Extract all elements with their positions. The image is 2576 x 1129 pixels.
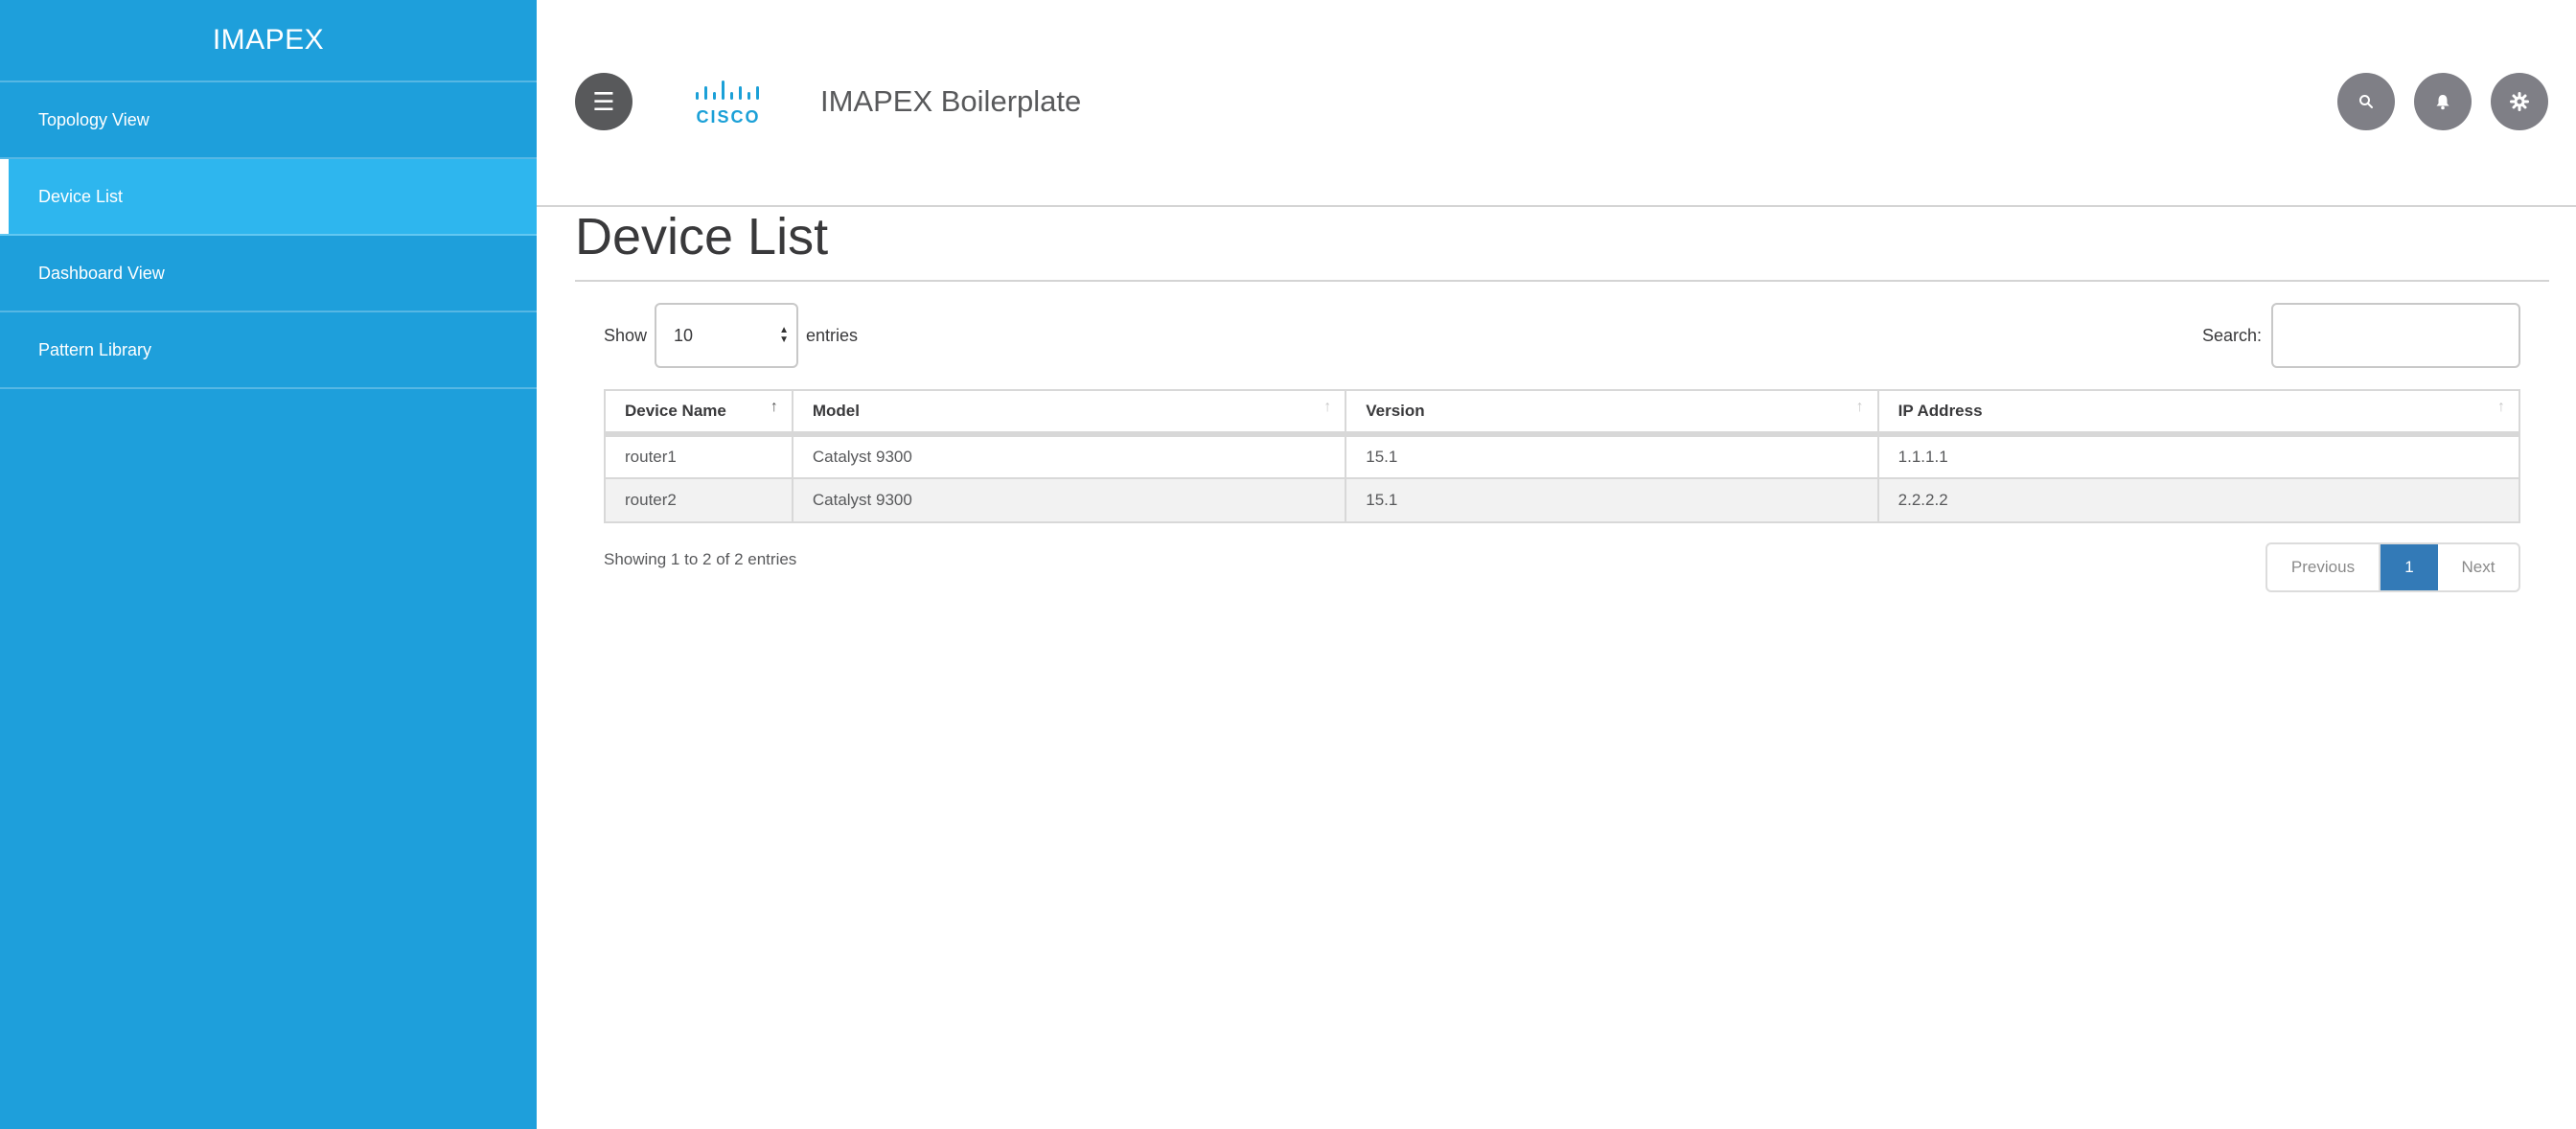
cell-device-name: router2 — [604, 477, 794, 523]
search-icon — [2359, 95, 2373, 108]
menu-button[interactable]: ☰ — [575, 73, 632, 130]
sort-asc-icon: ↑ — [770, 399, 778, 415]
previous-page-button[interactable]: Previous — [2267, 544, 2380, 590]
main-content: Device List Show 10 ▲ ▼ entries Search: D… — [575, 207, 2549, 592]
cell-device-name: router1 — [604, 433, 794, 479]
sidebar-item-device-list[interactable]: Device List — [0, 159, 537, 236]
cell-ip-address: 1.1.1.1 — [1876, 433, 2521, 479]
table-controls: Show 10 ▲ ▼ entries Search: — [575, 282, 2549, 389]
header: ☰ CISCO IMAPEX Boilerplate — [537, 0, 2576, 207]
entries-select-value: 10 — [674, 325, 694, 345]
search-input[interactable] — [2271, 303, 2520, 368]
logo-text: CISCO — [696, 107, 760, 127]
sidebar-item-label: Topology View — [38, 109, 150, 129]
table-info: Showing 1 to 2 of 2 entries — [604, 550, 797, 568]
sidebar-item-topology-view[interactable]: Topology View — [0, 82, 537, 159]
sidebar-item-label: Pattern Library — [38, 339, 152, 359]
cell-version: 15.1 — [1345, 433, 1879, 479]
sidebar: IMAPEX Topology View Device List Dashboa… — [0, 0, 537, 1129]
cell-model: Catalyst 9300 — [791, 433, 1347, 479]
settings-button[interactable] — [2491, 73, 2548, 130]
search-button[interactable] — [2337, 73, 2395, 130]
table-search: Search: — [2202, 303, 2520, 368]
entries-length: Show 10 ▲ ▼ entries — [604, 303, 858, 368]
sidebar-brand: IMAPEX — [0, 0, 537, 82]
column-header-device-name[interactable]: Device Name ↑ — [604, 389, 794, 437]
sidebar-item-dashboard-view[interactable]: Dashboard View — [0, 236, 537, 312]
sort-icon: ↑ — [2497, 399, 2505, 415]
length-suffix: entries — [806, 325, 859, 345]
table-row[interactable]: router1 Catalyst 9300 15.1 1.1.1.1 — [604, 433, 2521, 479]
hamburger-icon: ☰ — [592, 86, 615, 116]
cell-version: 15.1 — [1345, 477, 1879, 523]
sidebar-item-label: Device List — [38, 186, 124, 206]
device-table: Device Name ↑ Model ↑ Version ↑ IP Addre… — [604, 389, 2521, 523]
table-header-row: Device Name ↑ Model ↑ Version ↑ IP Addre… — [604, 389, 2521, 437]
column-header-ip-address[interactable]: IP Address ↑ — [1876, 389, 2521, 437]
page-1-button[interactable]: 1 — [2380, 544, 2438, 590]
app-title: IMAPEX Boilerplate — [820, 84, 1082, 118]
column-header-model[interactable]: Model ↑ — [791, 389, 1347, 437]
sort-icon: ↑ — [1855, 399, 1864, 415]
gear-icon — [2510, 92, 2529, 111]
column-header-version[interactable]: Version ↑ — [1345, 389, 1879, 437]
sidebar-item-label: Dashboard View — [38, 263, 165, 283]
search-label: Search: — [2201, 325, 2262, 345]
sidebar-item-pattern-library[interactable]: Pattern Library — [0, 312, 537, 389]
page-title: Device List — [575, 207, 2549, 282]
cell-ip-address: 2.2.2.2 — [1876, 477, 2521, 523]
notifications-button[interactable] — [2414, 73, 2472, 130]
sort-icon: ↑ — [1323, 399, 1332, 415]
length-prefix: Show — [604, 325, 648, 345]
pagination: Previous 1 Next — [2266, 542, 2520, 592]
select-arrows-icon: ▲ ▼ — [779, 325, 790, 345]
cell-model: Catalyst 9300 — [791, 477, 1347, 523]
table-row[interactable]: router2 Catalyst 9300 15.1 2.2.2.2 — [604, 477, 2521, 523]
cisco-logo: CISCO — [696, 81, 760, 127]
entries-select[interactable]: 10 ▲ ▼ — [655, 303, 799, 368]
next-page-button[interactable]: Next — [2438, 544, 2518, 590]
bell-icon — [2436, 95, 2450, 110]
